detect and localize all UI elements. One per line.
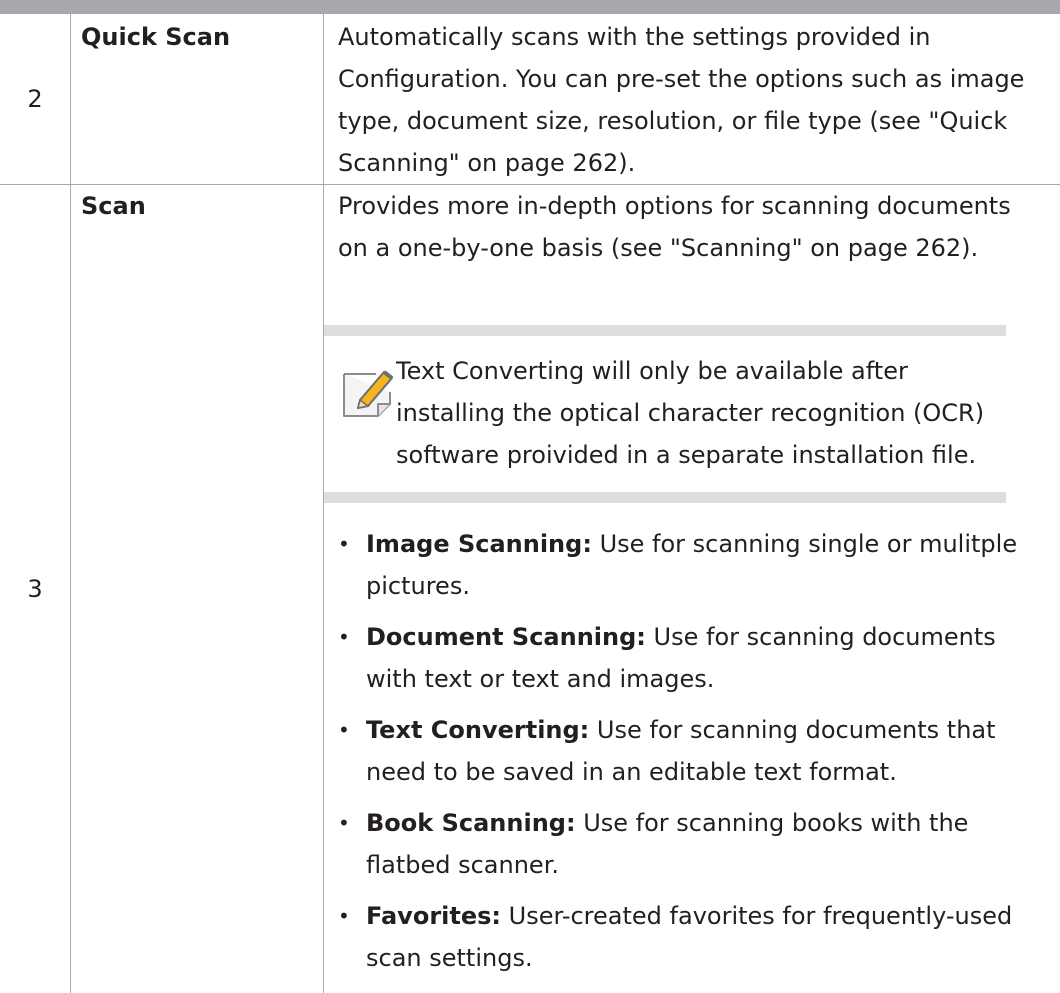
top-header-rule	[0, 0, 1060, 14]
list-item: • Image Scanning: Use for scanning singl…	[338, 523, 1050, 607]
option-text: Use for scanning single or mulitple	[600, 530, 1018, 558]
option-label: Favorites:	[366, 902, 501, 930]
bullet-icon: •	[338, 616, 350, 658]
description-line: Automatically scans with the settings pr…	[338, 16, 1050, 58]
option-text: need to be saved in an editable text for…	[366, 751, 1050, 793]
list-item: • Document Scanning: Use for scanning do…	[338, 616, 1050, 700]
description-line: on a one-by-one basis (see "Scanning" on…	[338, 227, 1050, 269]
bullet-icon: •	[338, 523, 350, 565]
option-label: Image Scanning:	[366, 530, 592, 558]
option-text: Use for scanning documents that	[597, 716, 996, 744]
description-line: Scanning" on page 262).	[338, 142, 1050, 184]
list-item: • Text Converting: Use for scanning docu…	[338, 709, 1050, 793]
row-number: 2	[0, 14, 71, 185]
bullet-icon: •	[338, 802, 350, 844]
feature-table: 2 Quick Scan Automatically scans with th…	[0, 14, 1060, 993]
option-text: flatbed scanner.	[366, 844, 1050, 886]
row-term: Scan	[71, 185, 324, 993]
option-text: Use for scanning documents	[654, 623, 996, 651]
option-list: • Image Scanning: Use for scanning singl…	[338, 523, 1050, 979]
table-row: 3 Scan Provides more in-depth options fo…	[0, 185, 1060, 993]
row-description: Automatically scans with the settings pr…	[324, 14, 1060, 185]
option-text: User-created favorites for frequently-us…	[509, 902, 1013, 930]
option-text: pictures.	[366, 565, 1050, 607]
option-label: Document Scanning:	[366, 623, 646, 651]
table-row: 2 Quick Scan Automatically scans with th…	[0, 14, 1060, 185]
list-item: • Favorites: User-created favorites for …	[338, 895, 1050, 979]
description-line: type, document size, resolution, or file…	[338, 100, 1050, 142]
option-text: with text or text and images.	[366, 658, 1050, 700]
option-label: Text Converting:	[366, 716, 589, 744]
row-number: 3	[0, 185, 71, 993]
option-label: Book Scanning:	[366, 809, 576, 837]
row-term: Quick Scan	[71, 14, 324, 185]
row-description: Provides more in-depth options for scann…	[324, 185, 1060, 993]
option-text: Use for scanning books with the	[583, 809, 968, 837]
note-box: Text Converting will only be available a…	[324, 325, 1006, 503]
note-line: software proivided in a separate install…	[396, 434, 1006, 476]
note-line: installing the optical character recogni…	[396, 392, 1006, 434]
description-line: Configuration. You can pre-set the optio…	[338, 58, 1050, 100]
bullet-icon: •	[338, 709, 350, 751]
list-item: • Book Scanning: Use for scanning books …	[338, 802, 1050, 886]
note-line: Text Converting will only be available a…	[396, 350, 1006, 392]
bullet-icon: •	[338, 895, 350, 937]
pencil-note-icon	[338, 366, 398, 424]
description-line: Provides more in-depth options for scann…	[338, 185, 1050, 227]
option-text: scan settings.	[366, 937, 1050, 979]
